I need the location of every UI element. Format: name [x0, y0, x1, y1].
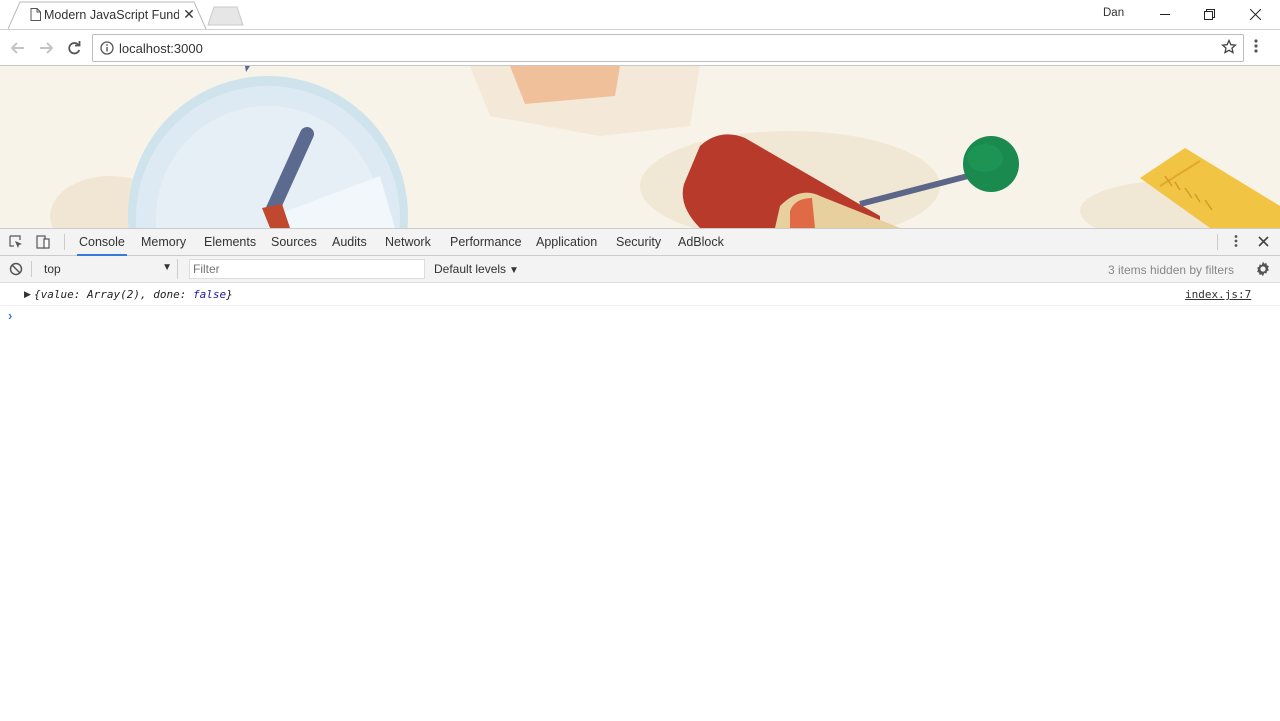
- tab-network[interactable]: Network: [383, 229, 433, 256]
- window-close-icon[interactable]: [1232, 0, 1278, 28]
- tab-audits[interactable]: Audits: [330, 229, 369, 256]
- info-icon[interactable]: [100, 41, 114, 58]
- console-prompt[interactable]: ›: [0, 306, 1280, 328]
- minimize-icon[interactable]: [1142, 0, 1188, 28]
- tab-security[interactable]: Security: [614, 229, 663, 256]
- device-icon[interactable]: [35, 234, 51, 250]
- back-icon[interactable]: [8, 38, 28, 58]
- tab-elements[interactable]: Elements: [202, 229, 258, 256]
- prompt-caret-icon: ›: [8, 308, 13, 323]
- console-log-entry[interactable]: ▶ {value: Array(2), done: false} index.j…: [0, 283, 1280, 306]
- forward-icon[interactable]: [36, 38, 56, 58]
- toolbar-divider: [64, 234, 65, 250]
- toolbar-divider: [1217, 234, 1218, 250]
- inspect-icon[interactable]: [8, 234, 24, 250]
- tab-strip: Modern JavaScript Funda ✕ Dan: [0, 0, 1280, 29]
- restore-icon[interactable]: [1186, 0, 1232, 28]
- log-message: {value: Array(2), done: false}: [34, 288, 233, 301]
- gear-icon[interactable]: [1255, 261, 1271, 280]
- tab-memory[interactable]: Memory: [139, 229, 188, 256]
- tab-title: Modern JavaScript Funda: [44, 8, 179, 22]
- source-link[interactable]: index.js:7: [1185, 288, 1251, 301]
- log-bool-value: false: [192, 288, 227, 301]
- levels-label: Default levels: [434, 262, 507, 276]
- hidden-items-info: 3 items hidden by filters: [1108, 263, 1235, 277]
- tab-console[interactable]: Console: [77, 229, 127, 256]
- chevron-down-icon: ▼: [509, 265, 519, 276]
- close-devtools-icon[interactable]: [1258, 236, 1269, 250]
- devtools-panel: Console Memory Elements Sources Audits N…: [0, 228, 1280, 720]
- page-illustration: [50, 66, 1280, 228]
- console-output: ▶ {value: Array(2), done: false} index.j…: [0, 283, 1280, 721]
- tab-application[interactable]: Application: [534, 229, 599, 256]
- log-object-suffix: }: [226, 288, 233, 301]
- tab-performance[interactable]: Performance: [448, 229, 524, 256]
- toolbar-divider: [31, 261, 32, 277]
- context-value: top: [44, 262, 61, 276]
- more-vert-icon[interactable]: [1234, 234, 1238, 251]
- context-select[interactable]: top ▼: [36, 259, 178, 279]
- filter-input[interactable]: [189, 259, 425, 279]
- devtools-tabbar: Console Memory Elements Sources Audits N…: [0, 229, 1280, 256]
- url-text: localhost:3000: [119, 41, 203, 56]
- more-vert-icon[interactable]: [1254, 38, 1258, 57]
- page-viewport: [0, 66, 1280, 228]
- levels-dropdown[interactable]: Default levels ▼: [434, 262, 519, 276]
- tab-sources[interactable]: Sources: [269, 229, 319, 256]
- console-filterbar: top ▼ Default levels▼ 3 items hidden by …: [0, 256, 1280, 283]
- tab-adblock[interactable]: AdBlock: [676, 229, 726, 256]
- expand-triangle-icon[interactable]: ▶: [24, 289, 31, 300]
- address-bar[interactable]: localhost:3000: [92, 34, 1244, 62]
- new-tab-button[interactable]: [207, 6, 245, 26]
- reload-icon[interactable]: [64, 38, 84, 58]
- star-icon[interactable]: [1221, 38, 1237, 58]
- page-icon: [30, 8, 41, 24]
- chevron-down-icon: ▼: [162, 262, 172, 273]
- browser-toolbar: localhost:3000: [0, 29, 1280, 66]
- log-object-prefix: {value: Array(2), done:: [34, 288, 193, 301]
- close-icon[interactable]: ✕: [182, 7, 196, 21]
- clear-console-icon[interactable]: [8, 261, 24, 277]
- profile-name[interactable]: Dan: [1103, 7, 1124, 19]
- browser-tab[interactable]: Modern JavaScript Funda ✕: [8, 1, 208, 29]
